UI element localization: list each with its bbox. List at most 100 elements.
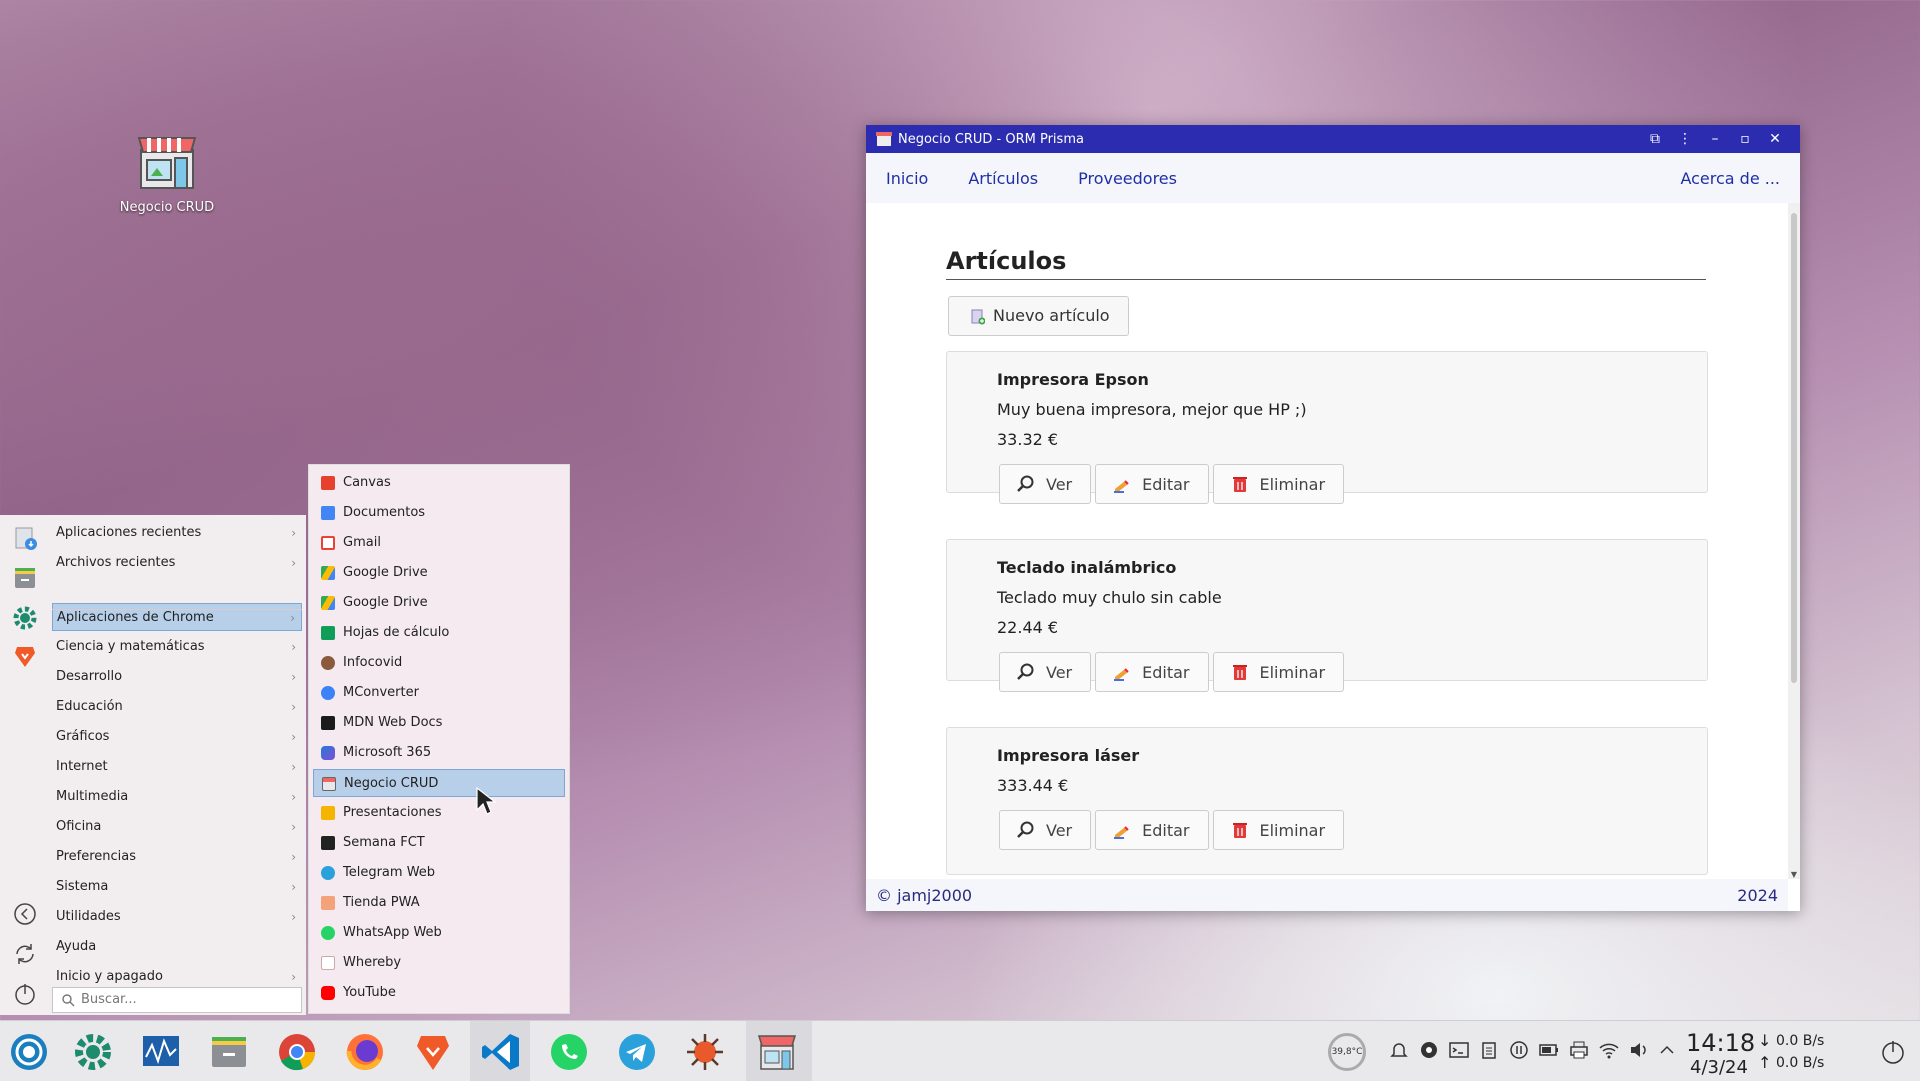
firefox-browser-icon[interactable]: [344, 1031, 386, 1073]
new-article-button[interactable]: Nuevo artículo: [948, 296, 1129, 336]
file-manager-icon[interactable]: [12, 565, 38, 591]
app-item-google-drive[interactable]: Google Drive: [313, 589, 565, 617]
app-item-negocio-crud-selected[interactable]: Negocio CRUD: [313, 769, 565, 797]
nav-link-articulos[interactable]: Artículos: [968, 169, 1038, 188]
battery-icon[interactable]: [1538, 1039, 1560, 1061]
view-button[interactable]: Ver: [999, 464, 1092, 504]
app-item-gmail[interactable]: Gmail: [313, 529, 565, 557]
clock-time[interactable]: 14:18: [1686, 1029, 1755, 1057]
desktop-icon-negocio-crud[interactable]: Negocio CRUD: [112, 132, 222, 215]
edit-button[interactable]: Editar: [1095, 652, 1209, 692]
app-item-documentos[interactable]: Documentos: [313, 499, 565, 527]
scroll-down-arrow-icon[interactable]: ▼: [1788, 870, 1800, 879]
category-item[interactable]: Archivos recientes ›: [52, 549, 302, 577]
nav-link-proveedores[interactable]: Proveedores: [1078, 169, 1177, 188]
category-item[interactable]: Internet ›: [52, 753, 302, 781]
virus-icon[interactable]: [684, 1031, 726, 1073]
delete-label: Eliminar: [1259, 662, 1326, 682]
category-item[interactable]: Multimedia ›: [52, 783, 302, 811]
window-titlebar[interactable]: Negocio CRUD - ORM Prisma ⧉ ⋮ – ▫ ✕: [866, 125, 1800, 153]
app-item-microsoft-365[interactable]: Microsoft 365: [313, 739, 565, 767]
delete-button[interactable]: Eliminar: [1212, 652, 1345, 692]
app-item-hojas[interactable]: Hojas de cálculo: [313, 619, 565, 647]
power-icon[interactable]: [12, 981, 38, 1007]
scrollbar-thumb[interactable]: [1791, 213, 1797, 683]
settings-gear-icon[interactable]: [12, 605, 38, 631]
view-button[interactable]: Ver: [999, 810, 1092, 850]
system-monitor-icon[interactable]: [140, 1031, 182, 1073]
notifications-icon[interactable]: [1388, 1039, 1410, 1061]
magnifier-icon: [1016, 662, 1036, 682]
category-item[interactable]: Ayuda: [52, 933, 302, 961]
app-item-mdn[interactable]: MDN Web Docs: [313, 709, 565, 737]
nav-link-about[interactable]: Acerca de ...: [1680, 169, 1780, 188]
app-launcher-icon[interactable]: [8, 1031, 50, 1073]
store-icon: [322, 777, 336, 791]
back-arrow-icon[interactable]: [12, 901, 38, 927]
telegram-icon[interactable]: [616, 1031, 658, 1073]
chevron-right-icon: ›: [291, 700, 296, 714]
category-item[interactable]: Utilidades ›: [52, 903, 302, 931]
app-item-google-drive[interactable]: Google Drive: [313, 559, 565, 587]
edit-button[interactable]: Editar: [1095, 464, 1209, 504]
category-item[interactable]: Ciencia y matemáticas ›: [52, 633, 302, 661]
volume-icon[interactable]: [1628, 1039, 1650, 1061]
clipboard-icon[interactable]: [1478, 1039, 1500, 1061]
whatsapp-icon[interactable]: [548, 1031, 590, 1073]
article-card: Impresora láser 333.44 € Ver Editar Elim…: [946, 727, 1708, 875]
clock-date[interactable]: 4/3/24: [1690, 1057, 1748, 1078]
category-item[interactable]: Gráficos ›: [52, 723, 302, 751]
cpu-temperature-gauge[interactable]: 39,8°C: [1328, 1033, 1366, 1071]
search-icon: [62, 994, 75, 1007]
store-icon[interactable]: [756, 1031, 798, 1073]
category-item[interactable]: Aplicaciones recientes ›: [52, 519, 302, 547]
vertical-scrollbar[interactable]: ▼: [1788, 203, 1800, 879]
minimize-icon[interactable]: –: [1700, 131, 1730, 147]
app-item-semana-fct[interactable]: Semana FCT: [313, 829, 565, 857]
cloud-sync-icon[interactable]: [1418, 1039, 1440, 1061]
article-card: Teclado inalámbrico Teclado muy chulo si…: [946, 539, 1708, 692]
brave-browser-icon[interactable]: [412, 1031, 454, 1073]
chrome-browser-icon[interactable]: [276, 1031, 318, 1073]
close-icon[interactable]: ✕: [1760, 131, 1790, 147]
chevron-right-icon: ›: [291, 556, 296, 570]
view-button[interactable]: Ver: [999, 652, 1092, 692]
terminal-icon[interactable]: [1448, 1039, 1470, 1061]
power-icon[interactable]: [1880, 1039, 1906, 1065]
wifi-icon[interactable]: [1598, 1039, 1620, 1061]
edit-button[interactable]: Editar: [1095, 810, 1209, 850]
extension-icon[interactable]: ⧉: [1640, 131, 1670, 147]
file-manager-icon[interactable]: [208, 1031, 250, 1073]
category-item[interactable]: Oficina ›: [52, 813, 302, 841]
printer-icon[interactable]: [1568, 1039, 1590, 1061]
search-input[interactable]: Buscar...: [52, 987, 302, 1013]
app-item-tienda-pwa[interactable]: Tienda PWA: [313, 889, 565, 917]
app-item-infocovid[interactable]: Infocovid: [313, 649, 565, 677]
brave-browser-icon[interactable]: [12, 643, 38, 669]
app-item-whereby[interactable]: Whereby: [313, 949, 565, 977]
pause-media-icon[interactable]: [1508, 1039, 1530, 1061]
nav-link-inicio[interactable]: Inicio: [886, 169, 928, 188]
app-item-youtube[interactable]: YouTube: [313, 979, 565, 1007]
app-item-whatsapp[interactable]: WhatsApp Web: [313, 919, 565, 947]
kebab-menu-icon[interactable]: ⋮: [1670, 131, 1700, 147]
chevron-right-icon: ›: [291, 790, 296, 804]
app-item-mconverter[interactable]: MConverter: [313, 679, 565, 707]
delete-button[interactable]: Eliminar: [1212, 810, 1345, 850]
delete-button[interactable]: Eliminar: [1212, 464, 1345, 504]
maximize-icon[interactable]: ▫: [1730, 131, 1760, 147]
settings-gear-icon[interactable]: [72, 1031, 114, 1073]
app-item-canvas[interactable]: Canvas: [313, 469, 565, 497]
category-item[interactable]: Sistema ›: [52, 873, 302, 901]
category-item[interactable]: Preferencias ›: [52, 843, 302, 871]
category-item[interactable]: Educación ›: [52, 693, 302, 721]
app-label: Google Drive: [343, 595, 428, 610]
refresh-icon[interactable]: [12, 941, 38, 967]
category-item-selected[interactable]: Aplicaciones de Chrome ›: [52, 603, 302, 631]
vscode-icon[interactable]: [480, 1031, 522, 1073]
app-item-telegram[interactable]: Telegram Web: [313, 859, 565, 887]
recent-apps-icon[interactable]: [12, 525, 38, 551]
app-item-presentaciones[interactable]: Presentaciones: [313, 799, 565, 827]
category-item[interactable]: Desarrollo ›: [52, 663, 302, 691]
chevron-up-icon[interactable]: [1656, 1039, 1678, 1061]
